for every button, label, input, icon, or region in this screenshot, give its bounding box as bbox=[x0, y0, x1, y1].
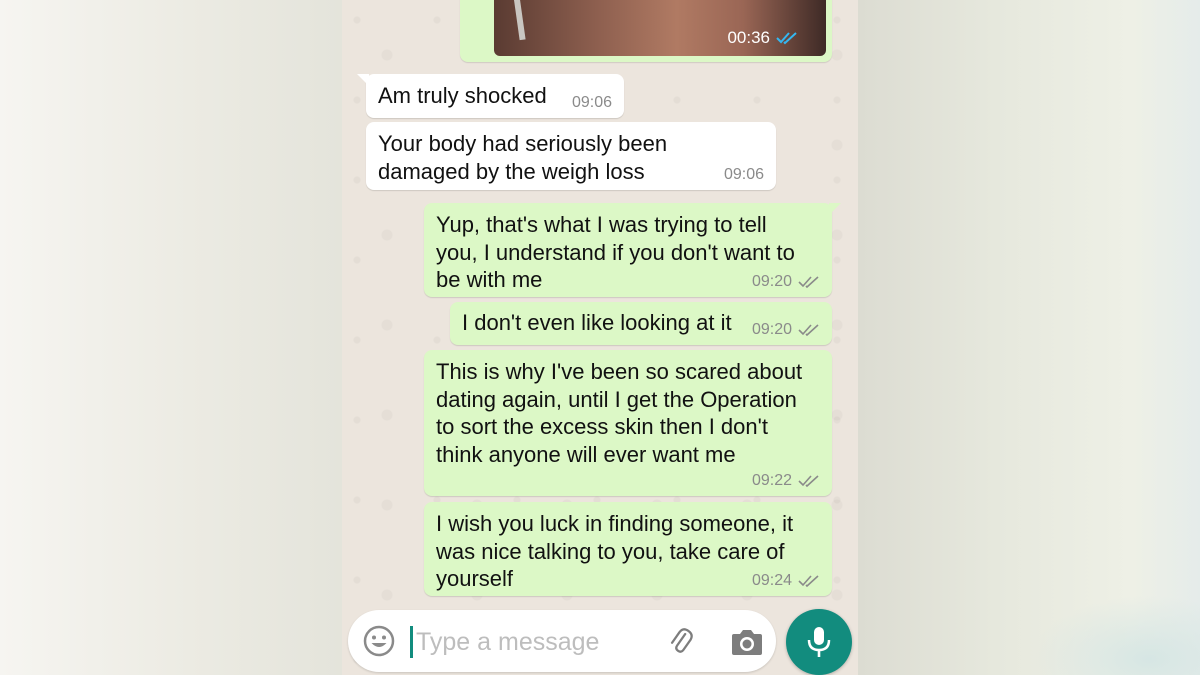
message-text: This is why I've been so scared about da… bbox=[436, 358, 820, 468]
background-blur-patch bbox=[1030, 595, 1200, 675]
media-thumbnail-detail bbox=[512, 0, 526, 41]
message-text: Your body had seriously been damaged by … bbox=[378, 130, 764, 185]
message-line: to sort the excess skin then I don't bbox=[436, 414, 768, 439]
message-line: This is why I've been so scared about bbox=[436, 359, 803, 384]
message-line: dating again, until I get the Operation bbox=[436, 386, 797, 412]
message-composer[interactable]: Type a message bbox=[348, 610, 776, 672]
record-voice-button[interactable] bbox=[786, 609, 852, 675]
bubble-tail bbox=[829, 203, 841, 215]
camera-icon[interactable] bbox=[730, 626, 764, 658]
message-timestamp: 09:06 bbox=[723, 166, 764, 183]
message-line: you, I understand if you don't want to bbox=[436, 239, 795, 265]
message-line: I wish you luck in finding someone, it bbox=[436, 511, 794, 536]
bubble-tail bbox=[357, 74, 369, 86]
message-line: Yup, that's what I was trying to tell bbox=[436, 212, 767, 237]
chat-screen: 00:36 Am truly shocked 09:06 Your body h… bbox=[342, 0, 858, 675]
message-line: think anyone will ever want me bbox=[436, 441, 736, 467]
message-outgoing[interactable]: I don't even like looking at it 09:20 bbox=[450, 302, 832, 345]
paperclip-icon[interactable] bbox=[664, 625, 698, 659]
message-meta: 09:24 bbox=[752, 572, 820, 590]
media-timestamp: 00:36 bbox=[727, 28, 770, 47]
message-timestamp: 09:22 bbox=[751, 472, 792, 489]
text-cursor bbox=[410, 626, 413, 658]
message-meta: 09:22 bbox=[752, 472, 820, 490]
media-meta: 00:36 bbox=[727, 28, 798, 48]
delivered-ticks-icon bbox=[798, 276, 819, 289]
message-outgoing[interactable]: This is why I've been so scared about da… bbox=[424, 350, 832, 496]
message-incoming[interactable]: Your body had seriously been damaged by … bbox=[366, 122, 776, 190]
read-ticks-icon bbox=[776, 32, 797, 45]
message-incoming[interactable]: Am truly shocked 09:06 bbox=[357, 74, 624, 118]
message-meta: 09:20 bbox=[752, 321, 820, 339]
message-timestamp: 09:06 bbox=[571, 94, 612, 111]
message-line: damaged by the weigh loss bbox=[378, 158, 645, 184]
message-timestamp: 09:20 bbox=[751, 273, 792, 290]
delivered-ticks-icon bbox=[798, 475, 819, 488]
background-blur-right bbox=[858, 0, 1200, 675]
message-line: was nice talking to you, take care of bbox=[436, 538, 785, 564]
message-timestamp: 09:20 bbox=[751, 321, 792, 338]
message-input[interactable]: Type a message bbox=[416, 628, 599, 657]
message-outgoing[interactable]: Yup, that's what I was trying to tell yo… bbox=[424, 203, 841, 297]
delivered-ticks-icon bbox=[798, 324, 819, 337]
delivered-ticks-icon bbox=[798, 575, 819, 588]
message-line: Your body had seriously been bbox=[378, 131, 668, 156]
message-timestamp: 09:24 bbox=[751, 572, 792, 589]
message-meta: 09:20 bbox=[752, 273, 820, 291]
background-blur-left bbox=[0, 0, 342, 675]
message-meta: 09:06 bbox=[572, 94, 612, 112]
media-message[interactable]: 00:36 bbox=[460, 0, 832, 62]
microphone-icon bbox=[807, 627, 831, 657]
smiley-icon[interactable] bbox=[362, 624, 396, 658]
message-meta: 09:06 bbox=[724, 166, 764, 184]
message-outgoing[interactable]: I wish you luck in finding someone, it w… bbox=[424, 502, 832, 596]
